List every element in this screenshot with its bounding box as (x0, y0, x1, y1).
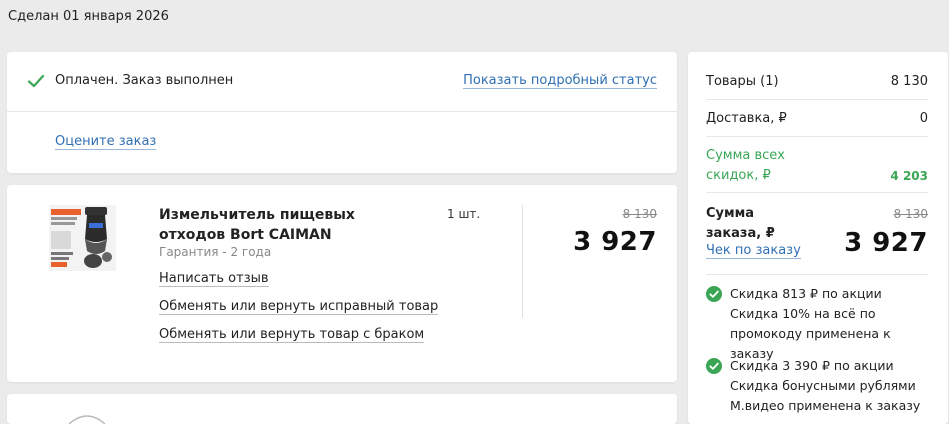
discount-note-text: Скидка 813 ₽ по акции Скидка 10% на всё … (730, 286, 891, 361)
rate-order-link[interactable]: Оцените заказ (55, 134, 157, 150)
summary-delivery-value: 0 (919, 111, 928, 126)
divider (706, 192, 928, 193)
divider (7, 111, 677, 112)
product-quantity: 1 шт. (447, 207, 481, 221)
order-status-card: Оплачен. Заказ выполнен Показать подробн… (7, 52, 677, 173)
summary-discounts-label: Сумма всех скидок, ₽ (706, 148, 785, 183)
return-defective-item-link[interactable]: Обменять или вернуть товар с браком (159, 327, 425, 343)
product-name[interactable]: Измельчитель пищевых отходов Bort CAIMAN (159, 205, 419, 245)
product-image[interactable] (49, 205, 116, 271)
divider (706, 99, 928, 100)
summary-goods-row: Товары (1) 8 130 (706, 74, 928, 89)
order-receipt-link[interactable]: Чек по заказу (706, 243, 801, 259)
summary-goods-value: 8 130 (890, 74, 928, 89)
summary-total-value: 3 927 (844, 228, 928, 258)
summary-total-label: Сумма заказа, ₽ (706, 206, 775, 241)
check-icon (27, 73, 45, 89)
write-review-link[interactable]: Написать отзыв (159, 271, 269, 287)
order-summary-card: Товары (1) 8 130 Доставка, ₽ 0 Сумма все… (688, 52, 948, 424)
avatar-icon (68, 415, 106, 424)
product-warranty: Гарантия - 2 года (159, 245, 272, 259)
summary-total-old: 8 130 (893, 207, 928, 221)
product-old-price: 8 130 (622, 207, 657, 221)
return-good-item-link[interactable]: Обменять или вернуть исправный товар (159, 299, 439, 315)
summary-discounts-value: 4 203 (890, 169, 928, 183)
divider (706, 274, 928, 275)
product-price: 3 927 (573, 227, 657, 257)
divider (522, 205, 523, 318)
show-status-details-link[interactable]: Показать подробный статус (463, 73, 657, 89)
product-card: Измельчитель пищевых отходов Bort CAIMAN… (7, 185, 677, 382)
summary-goods-label: Товары (1) (706, 74, 779, 89)
discount-note-text: Скидка 3 390 ₽ по акции Скидка бонусными… (730, 358, 921, 413)
check-circle-icon (706, 286, 722, 302)
order-status-text: Оплачен. Заказ выполнен (55, 73, 234, 88)
summary-delivery-label: Доставка, ₽ (706, 111, 787, 126)
divider (706, 136, 928, 137)
order-date: Сделан 01 января 2026 (8, 9, 169, 24)
summary-discounts-row: Сумма всех скидок, ₽ 4 203 (706, 146, 928, 186)
check-circle-icon (706, 358, 722, 374)
next-card (7, 394, 677, 424)
summary-delivery-row: Доставка, ₽ 0 (706, 111, 928, 126)
